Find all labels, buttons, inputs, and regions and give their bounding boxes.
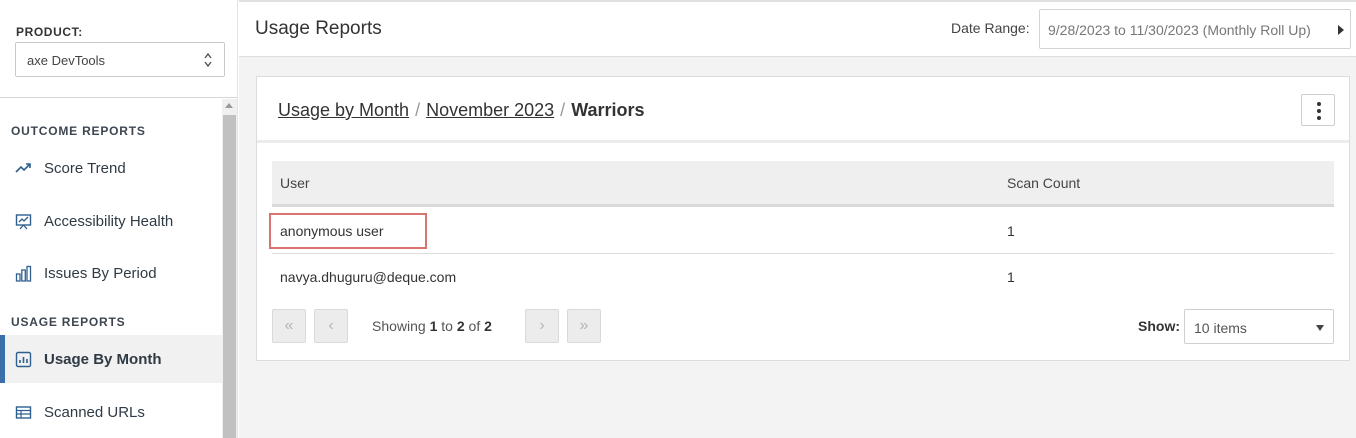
pagination: « ‹ Showing 1 to 2 of 2 › » Show: 10 ite… xyxy=(272,309,1334,345)
breadcrumb-separator: / xyxy=(415,100,421,120)
page-header: Usage Reports Date Range: 9/28/2023 to 1… xyxy=(239,2,1356,57)
sidebar: PRODUCT: axe DevTools OUTCOME REPORTS Sc… xyxy=(0,0,238,438)
sidebar-nav: OUTCOME REPORTS Score Trend Accessibilit… xyxy=(0,99,222,438)
trend-icon xyxy=(15,162,31,173)
scan-count-cell: 1 xyxy=(1007,269,1015,285)
sidebar-scrollbar[interactable] xyxy=(222,99,237,438)
product-select-value: axe DevTools xyxy=(27,53,106,68)
breadcrumb: Usage by Month / November 2023/Warriors xyxy=(278,100,645,121)
date-range-label: Date Range: xyxy=(951,20,1030,36)
kebab-dot-icon xyxy=(1317,102,1321,106)
column-header-user[interactable]: User xyxy=(280,175,310,191)
breadcrumb-separator: / xyxy=(560,100,566,120)
scrollbar-thumb[interactable] xyxy=(223,115,236,438)
sidebar-item-label: Issues By Period xyxy=(44,264,157,282)
kebab-dot-icon xyxy=(1317,116,1321,120)
report-chart-icon xyxy=(15,351,32,367)
table-row: navya.dhuguru@deque.com 1 xyxy=(272,254,1334,300)
date-range-value: 9/28/2023 to 11/30/2023 (Monthly Roll Up… xyxy=(1048,22,1311,38)
usage-reports-heading: USAGE REPORTS xyxy=(11,315,126,329)
date-range-button[interactable]: 9/28/2023 to 11/30/2023 (Monthly Roll Up… xyxy=(1039,9,1351,49)
sidebar-item-accessibility-health[interactable]: Accessibility Health xyxy=(0,197,222,245)
last-page-button[interactable]: » xyxy=(567,309,601,343)
breadcrumb-november-2023[interactable]: November 2023 xyxy=(426,100,554,120)
page-size-select[interactable]: 10 items xyxy=(1184,309,1334,344)
more-options-button[interactable] xyxy=(1301,94,1335,126)
product-label: PRODUCT: xyxy=(16,25,83,39)
up-down-icon xyxy=(204,52,212,68)
scan-count-cell: 1 xyxy=(1007,223,1015,239)
product-select[interactable]: axe DevTools xyxy=(15,42,225,77)
sidebar-item-label: Scanned URLs xyxy=(44,403,145,421)
page-size-value: 10 items xyxy=(1194,320,1247,336)
breadcrumb-usage-by-month[interactable]: Usage by Month xyxy=(278,100,409,120)
first-page-button[interactable]: « xyxy=(272,309,306,343)
main-content: Usage Reports Date Range: 9/28/2023 to 1… xyxy=(239,0,1356,438)
next-page-button[interactable]: › xyxy=(525,309,559,343)
user-cell: navya.dhuguru@deque.com xyxy=(280,269,457,285)
presentation-chart-icon xyxy=(15,213,32,229)
caret-right-icon xyxy=(1338,25,1344,35)
scroll-up-arrow-icon[interactable] xyxy=(225,103,233,108)
breadcrumb-current: Warriors xyxy=(571,100,645,120)
page-title: Usage Reports xyxy=(255,18,382,39)
sidebar-item-usage-by-month[interactable]: Usage By Month xyxy=(0,335,222,383)
caret-down-icon xyxy=(1316,325,1324,331)
kebab-dot-icon xyxy=(1317,109,1321,113)
product-selector-panel: PRODUCT: axe DevTools xyxy=(0,0,237,98)
table-icon xyxy=(15,405,32,419)
card-header: Usage by Month / November 2023/Warriors xyxy=(257,77,1349,143)
table-row: anonymous user 1 xyxy=(269,208,1334,254)
sidebar-item-label: Score Trend xyxy=(44,159,126,177)
column-header-scan-count[interactable]: Scan Count xyxy=(1007,175,1080,191)
table-header: User Scan Count xyxy=(272,161,1334,207)
user-cell: anonymous user xyxy=(280,223,384,239)
usage-card: Usage by Month / November 2023/Warriors Us… xyxy=(256,76,1350,361)
show-label: Show: xyxy=(1138,318,1180,334)
sidebar-item-label: Accessibility Health xyxy=(44,212,174,230)
sidebar-item-scanned-urls[interactable]: Scanned URLs xyxy=(0,388,222,436)
sidebar-item-score-trend[interactable]: Score Trend xyxy=(0,144,222,192)
outcome-reports-heading: OUTCOME REPORTS xyxy=(11,124,146,138)
sidebar-item-issues-by-period[interactable]: Issues By Period xyxy=(0,249,222,297)
prev-page-button[interactable]: ‹ xyxy=(314,309,348,343)
sidebar-item-label: Usage By Month xyxy=(44,350,162,368)
bar-chart-icon xyxy=(15,265,32,282)
pagination-info: Showing 1 to 2 of 2 xyxy=(372,318,492,334)
